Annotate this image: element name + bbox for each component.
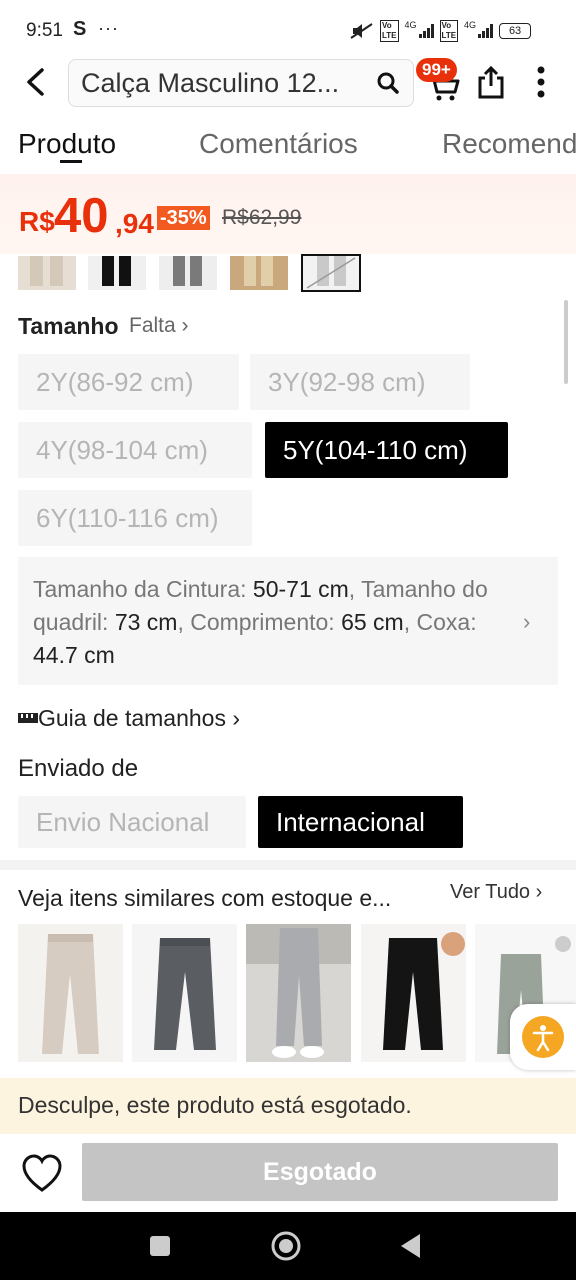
sold-out-banner: Desculpe, este produto está esgotado. [0, 1078, 576, 1134]
size-label: Tamanho [18, 313, 119, 339]
navigation-bar [0, 1212, 576, 1280]
similar-items-title: Veja itens similares com estoque e... [18, 885, 392, 911]
shipping-label: Enviado de [18, 755, 139, 782]
volte-icon: Vo LTE [380, 20, 399, 42]
network-type-2: 4G [464, 20, 477, 30]
share-icon[interactable] [476, 64, 506, 100]
price-decimal: ,94 [115, 208, 154, 239]
shipping-option-national[interactable]: Envio Nacional [18, 796, 246, 848]
back-nav-icon[interactable] [398, 1232, 424, 1260]
wishlist-heart-icon[interactable] [20, 1152, 64, 1196]
size-option-5y[interactable]: 5Y(104-110 cm) [265, 422, 508, 478]
accessibility-button[interactable] [510, 1004, 576, 1070]
signal-icon [418, 24, 434, 38]
accessibility-icon [522, 1016, 564, 1058]
tab-produto[interactable]: Produto [18, 128, 116, 160]
shipping-option-international[interactable]: Internacional [258, 796, 463, 848]
hip-value: 73 cm [114, 609, 178, 635]
size-measurements[interactable]: Tamanho da Cintura: 50-71 cm, Tamanho do… [18, 557, 558, 685]
search-query: Calça Masculino 12... [81, 68, 340, 98]
network-type-1: 4G [404, 20, 417, 30]
chevron-right-icon: › [523, 609, 531, 634]
see-all-link[interactable]: Ver Tudo › [450, 881, 542, 904]
similar-item-beige-pants[interactable] [18, 924, 123, 1062]
original-price: R$62,99 [222, 206, 302, 229]
more-options-icon[interactable] [536, 66, 546, 98]
ruler-icon [18, 713, 38, 723]
home-icon[interactable] [270, 1230, 302, 1262]
thigh-value: 44.7 cm [33, 642, 115, 668]
similar-item-gray-pants[interactable] [132, 924, 237, 1062]
size-option-4y[interactable]: 4Y(98-104 cm) [18, 422, 252, 478]
tab-recomendacoes[interactable]: Recomend [442, 128, 576, 160]
size-option-6y[interactable]: 6Y(110-116 cm) [18, 490, 252, 546]
see-all-text: Ver Tudo [450, 881, 531, 903]
carrier-icon: S [73, 18, 87, 40]
length-value: 65 cm [341, 609, 404, 635]
search-input[interactable]: Calça Masculino 12... [68, 59, 414, 107]
status-right: Vo LTE 4G Vo LTE 4G 63 [350, 20, 532, 42]
thigh-label: , Coxa: [403, 609, 477, 635]
size-missing-text: Falta [129, 314, 176, 337]
length-label: , Comprimento: [177, 609, 342, 635]
discount-badge: -35% [157, 206, 210, 230]
size-guide-text: Guia de tamanhos [38, 705, 226, 731]
size-guide-link[interactable]: Guia de tamanhos › [18, 705, 240, 732]
waist-label: Tamanho da Cintura: [33, 576, 253, 602]
recent-apps-icon[interactable] [148, 1234, 172, 1258]
size-option-2y[interactable]: 2Y(86-92 cm) [18, 354, 239, 410]
active-tab-indicator [60, 160, 82, 163]
similar-item-black-pants[interactable] [361, 924, 466, 1062]
notification-more-icon: ··· [98, 18, 119, 38]
volte-icon-2: Vo LTE [439, 20, 459, 42]
battery-icon: 63 [499, 23, 532, 39]
color-swatch-light-gray-selected[interactable] [301, 254, 361, 292]
price-currency: R$ [19, 206, 55, 237]
back-arrow-icon[interactable] [20, 64, 54, 100]
section-divider [0, 860, 576, 870]
cart-badge: 99+ [416, 58, 457, 82]
mute-icon [350, 23, 373, 39]
color-swatch-black[interactable] [88, 256, 146, 290]
status-time: 9:51 [26, 20, 63, 41]
color-swatch-gray[interactable] [159, 256, 217, 290]
signal-icon-2 [478, 24, 494, 38]
size-missing-link[interactable]: Falta › [129, 314, 189, 338]
waist-value: 50-71 cm [252, 576, 349, 602]
sold-out-button[interactable]: Esgotado [82, 1143, 558, 1201]
color-swatch-beige[interactable] [18, 256, 76, 290]
measurement-text: Tamanho da Cintura: 50-71 cm, Tamanho do… [33, 573, 511, 672]
status-bar: 9:51 S ··· Vo LTE 4G Vo LTE 4G 63 [0, 0, 576, 58]
scrollbar[interactable] [564, 300, 568, 384]
search-icon[interactable] [375, 70, 401, 96]
size-option-3y[interactable]: 3Y(92-98 cm) [250, 354, 470, 410]
color-swatch-khaki[interactable] [230, 256, 288, 290]
price-integer: 40 [54, 189, 109, 243]
sold-out-message: Desculpe, este produto está esgotado. [18, 1092, 412, 1118]
tab-comentarios[interactable]: Comentários [199, 128, 358, 160]
similar-item-model-pants[interactable] [246, 924, 351, 1062]
